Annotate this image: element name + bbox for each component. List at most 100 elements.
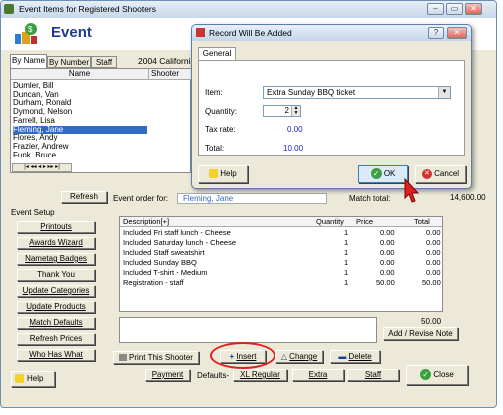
refresh-button[interactable]: Refresh	[61, 191, 107, 203]
row-price: 0.00	[380, 228, 395, 237]
help-button[interactable]: Help	[11, 371, 55, 387]
row-qty: 1	[344, 258, 349, 267]
update-products-button[interactable]: Update Products	[17, 301, 95, 313]
ok-label: OK	[383, 169, 396, 178]
close-button[interactable]: ✓ Close	[406, 365, 468, 385]
dialog-close-button[interactable]: ✕	[447, 27, 467, 39]
total-value: 10.00	[283, 144, 304, 153]
record-added-dialog: Record Will Be Added ? ✕ General Item: E…	[191, 24, 472, 189]
row-desc: Registration - staff	[123, 278, 184, 287]
who-has-what-button[interactable]: Who Has What	[17, 349, 95, 361]
order-grid-header: Description[+] Quantity Price Total	[120, 217, 442, 227]
tab-by-number[interactable]: By Number	[47, 56, 91, 68]
col-header-shooter-number[interactable]: Shooter Nu	[149, 69, 191, 80]
header-title: Event	[51, 24, 92, 41]
change-label: Change	[289, 352, 318, 361]
triangle-icon: △	[280, 352, 287, 361]
row-total: 0.00	[426, 268, 441, 277]
dialog-app-icon	[196, 28, 205, 37]
refresh-prices-button[interactable]: Refresh Prices	[17, 333, 95, 345]
event-logo-icon: $	[11, 22, 41, 47]
shooter-list: Name Shooter Nu Dumler, Bill Duncan, Van…	[10, 68, 191, 173]
defaults-label: Defaults-	[197, 371, 230, 380]
close-window-button[interactable]: ✕	[465, 3, 482, 15]
col-total[interactable]: Total	[414, 217, 430, 226]
row-qty: 1	[344, 268, 349, 277]
quantity-value: 2	[284, 106, 289, 115]
table-row[interactable]: Included Saturday lunch - Cheese 1 0.00 0.0…	[122, 238, 441, 248]
event-order-for-label: Event order for:	[113, 194, 169, 203]
table-row[interactable]: Registration - staff 1 50.00 50.00	[122, 278, 441, 288]
record-navigator[interactable]: |◂ ◂◂ ◂ ▸ ▸▸ ▸|	[12, 163, 72, 172]
table-row[interactable]: Included Fri staff lunch - Cheese 1 0.00 0.…	[122, 228, 441, 238]
close-label: Close	[433, 370, 454, 379]
spinner-arrows-icon[interactable]: ▲ ▼	[291, 106, 300, 116]
help-label: Help	[27, 374, 44, 383]
update-categories-button[interactable]: Update Categories	[17, 285, 95, 297]
tab-by-name[interactable]: By Name	[10, 54, 47, 68]
match-defaults-button[interactable]: Match Defaults	[17, 317, 95, 329]
row-qty: 1	[344, 228, 349, 237]
ok-button[interactable]: ✓ OK	[358, 165, 408, 183]
mouse-pointer-icon	[404, 177, 420, 204]
row-price: 50.00	[376, 278, 395, 287]
delete-label: Delete	[348, 352, 372, 361]
nametag-badges-button[interactable]: Nametag Badges	[17, 253, 95, 265]
cancel-label: Cancel	[434, 169, 460, 178]
print-label: Print This Shooter	[129, 353, 193, 362]
row-desc: Included Staff sweatshirt	[123, 248, 205, 257]
col-header-name[interactable]: Name	[11, 69, 149, 80]
row-qty: 1	[344, 278, 349, 287]
cancel-button[interactable]: ✕ Cancel	[415, 165, 466, 183]
event-name: 2004 California	[138, 56, 196, 66]
table-row[interactable]: Included T-shirt - Medium 1 0.00 0.00	[122, 268, 441, 278]
quantity-label: Quantity:	[205, 107, 238, 116]
col-quantity[interactable]: Quantity	[316, 217, 344, 226]
xl-regular-button[interactable]: XL Regular	[233, 369, 287, 381]
extra-button[interactable]: Extra	[292, 369, 344, 381]
table-row[interactable]: Included Staff sweatshirt 1 0.00 0.00	[122, 248, 441, 258]
item-select[interactable]: Extra Sunday BBQ ticket ▼	[263, 86, 451, 99]
dialog-title-bar: Record Will Be Added ? ✕	[192, 25, 471, 41]
minimize-button[interactable]: –	[427, 3, 444, 15]
help-icon	[209, 169, 219, 179]
match-total-value: 14,600.00	[450, 193, 486, 202]
print-shooter-button[interactable]: Print This Shooter	[113, 351, 199, 364]
app-icon	[4, 4, 14, 14]
list-item[interactable]: Frazier, Andrew	[13, 142, 147, 152]
awards-wizard-button[interactable]: Awards Wizard	[17, 237, 95, 249]
payment-button[interactable]: Payment	[145, 369, 190, 381]
delete-button[interactable]: ▬ Delete	[330, 350, 380, 363]
row-price: 0.00	[380, 248, 395, 257]
order-grand-total: 50.00	[421, 317, 442, 326]
change-button[interactable]: △ Change	[275, 350, 323, 363]
col-description[interactable]: Description[+]	[123, 217, 169, 226]
table-row[interactable]: Included Sunday BBQ 1 0.00 0.00	[122, 258, 441, 268]
restore-button[interactable]: ▭	[446, 3, 463, 15]
tax-rate-value: 0.00	[287, 125, 303, 134]
thank-you-button[interactable]: Thank You	[17, 269, 95, 281]
row-total: 0.00	[426, 228, 441, 237]
item-label: Item:	[205, 88, 223, 97]
order-grid: Description[+] Quantity Price Total Incl…	[119, 216, 443, 312]
quantity-stepper[interactable]: 2 ▲ ▼	[263, 105, 301, 117]
match-total-label: Match total:	[349, 194, 391, 203]
row-price: 0.00	[380, 268, 395, 277]
tab-general[interactable]: General	[198, 47, 236, 61]
staff-button[interactable]: Staff	[347, 369, 399, 381]
dialog-help-button[interactable]: ?	[428, 27, 444, 39]
help-icon	[15, 374, 24, 384]
check-icon: ✓	[370, 168, 382, 180]
row-desc: Included Fri staff lunch - Cheese	[123, 228, 231, 237]
chevron-down-icon[interactable]: ▼	[438, 87, 450, 98]
list-item[interactable]: Funk, Bruce	[13, 152, 147, 157]
cancel-icon: ✕	[421, 168, 432, 179]
row-desc: Included Sunday BBQ	[123, 258, 197, 267]
printouts-button[interactable]: Printouts	[17, 221, 95, 233]
tax-rate-label: Tax rate:	[205, 125, 236, 134]
dialog-help-action-button[interactable]: Help	[198, 165, 248, 183]
dialog-help-label: Help	[220, 169, 237, 178]
col-price[interactable]: Price	[356, 217, 373, 226]
tab-staff[interactable]: Staff	[91, 56, 117, 68]
add-revise-note-button[interactable]: Add / Revise Note	[383, 327, 458, 340]
